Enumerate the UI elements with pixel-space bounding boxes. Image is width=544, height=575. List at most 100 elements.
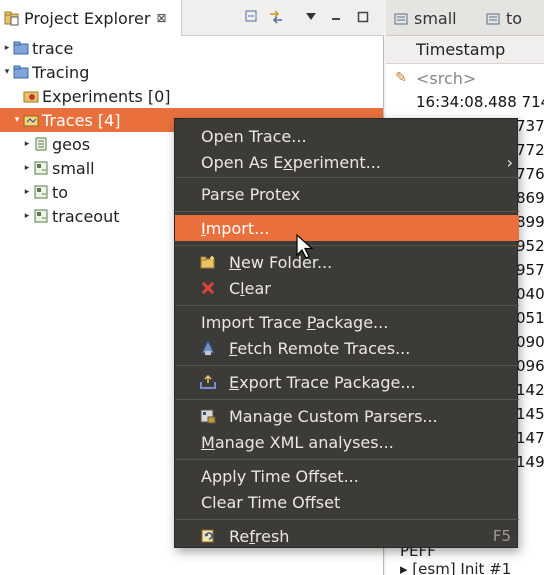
tree-item-label: Experiments [0] — [42, 86, 171, 106]
project-explorer-title: Project Explorer — [24, 8, 151, 28]
table-row[interactable]: 952 — [516, 234, 544, 258]
expand-arrow-icon[interactable]: ▸ — [22, 211, 32, 221]
timestamp-column-header[interactable]: Timestamp — [386, 36, 544, 64]
editor-tab-bar: small to — [386, 0, 544, 36]
table-row[interactable]: 040 — [516, 282, 544, 306]
menu-item-label: Fetch Remote Traces... — [229, 338, 411, 358]
menu-item-label: Clear Time Offset — [201, 492, 341, 512]
table-row[interactable]: 957 — [516, 258, 544, 282]
table-row[interactable]: 145 — [516, 402, 544, 426]
tree-item-label: Tracing — [32, 62, 90, 82]
menu-item-clear-time-offset[interactable]: Clear Time Offset — [175, 489, 519, 515]
project-explorer-icon — [4, 10, 20, 26]
menu-item-label: Clear — [229, 278, 271, 298]
tree-item-label: traceout — [52, 206, 120, 226]
menu-item-label: Refresh — [229, 526, 290, 546]
pin-icon: ✎ — [395, 70, 407, 86]
menu-separator — [175, 519, 519, 520]
menu-item-manage-xml-analyses[interactable]: Manage XML analyses... — [175, 429, 519, 455]
trace-tab-icon — [394, 11, 408, 25]
menu-item-manage-custom-parsers[interactable]: Manage Custom Parsers... — [175, 403, 519, 429]
menu-item-parse-protex[interactable]: Parse Protex — [175, 181, 519, 207]
view-menu-icon[interactable] — [302, 8, 320, 26]
menu-item-label: Parse Protex — [201, 184, 301, 204]
menu-item-label: New Folder... — [229, 252, 333, 272]
tree-item-trace[interactable]: ▸ trace — [0, 36, 383, 60]
menu-item-label: Manage Custom Parsers... — [229, 406, 438, 426]
tab-label: small — [414, 8, 457, 28]
table-row[interactable]: 147 — [516, 426, 544, 450]
table-row[interactable]: 899 — [516, 210, 544, 234]
table-row[interactable]: 142 — [516, 378, 544, 402]
trace-icon — [32, 136, 50, 152]
tree-item-label: geos — [52, 134, 91, 154]
menu-item-label: Open Trace... — [201, 126, 307, 146]
table-row[interactable]: 051 — [516, 306, 544, 330]
menu-separator — [175, 177, 519, 178]
refresh-icon — [199, 527, 217, 545]
project-explorer-tab[interactable]: Project Explorer ⊠ — [0, 0, 182, 36]
menu-separator — [175, 211, 519, 212]
close-icon[interactable]: ⊠ — [156, 11, 166, 25]
menu-item-import[interactable]: Import... — [175, 215, 519, 241]
collapse-all-icon[interactable] — [243, 8, 261, 26]
experiments-folder-icon — [22, 88, 40, 104]
tab-to[interactable]: to — [486, 0, 522, 36]
tree-item-label: small — [52, 158, 95, 178]
table-row[interactable]: 149 — [516, 450, 544, 474]
menu-separator — [175, 459, 519, 460]
table-row[interactable]: 16:34:08.488 714 — [416, 90, 544, 114]
trace-icon — [32, 184, 50, 200]
menu-separator — [175, 365, 519, 366]
table-row[interactable]: 869 — [516, 186, 544, 210]
tree-item-experiments[interactable]: Experiments [0] — [0, 84, 383, 108]
tab-small[interactable]: small — [394, 0, 457, 36]
expand-arrow-icon[interactable]: ▸ — [2, 43, 12, 53]
minimize-icon[interactable] — [327, 8, 345, 26]
table-row[interactable]: 776 — [516, 162, 544, 186]
traces-folder-icon — [22, 112, 40, 128]
menu-item-label: Import Trace Package... — [201, 312, 389, 332]
menu-item-new-folder[interactable]: New Folder... — [175, 249, 519, 275]
table-row[interactable]: 737 — [516, 114, 544, 138]
search-row[interactable]: ✎ <srch> — [386, 66, 544, 90]
table-row[interactable]: 090 — [516, 330, 544, 354]
export-icon — [199, 373, 217, 391]
tree-item-label: Traces [4] — [42, 110, 121, 130]
bottom-text: ▸ [esm] Init #1 — [400, 560, 512, 575]
shortcut-label: F5 — [492, 527, 511, 545]
trace-tab-icon — [486, 11, 500, 25]
menu-item-open-trace[interactable]: Open Trace... — [175, 123, 519, 149]
project-explorer-tab-bar: Project Explorer ⊠ — [0, 0, 384, 36]
tree-item-tracing[interactable]: ▾ Tracing — [0, 60, 383, 84]
folder-icon — [12, 40, 30, 56]
collapse-arrow-icon[interactable]: ▾ — [2, 67, 12, 77]
collapse-arrow-icon[interactable]: ▾ — [12, 115, 22, 125]
table-row[interactable]: 772 — [516, 138, 544, 162]
menu-item-label: Export Trace Package... — [229, 372, 416, 392]
menu-item-export-trace-package[interactable]: Export Trace Package... — [175, 369, 519, 395]
menu-item-apply-time-offset[interactable]: Apply Time Offset... — [175, 463, 519, 489]
menu-item-label: Apply Time Offset... — [201, 466, 359, 486]
new-folder-icon — [199, 253, 217, 271]
trace-icon — [32, 160, 50, 176]
menu-item-refresh[interactable]: Refresh F5 — [175, 523, 519, 549]
menu-item-open-as-experiment[interactable]: Open As Experiment... › — [175, 149, 519, 175]
expand-arrow-icon[interactable]: ▸ — [22, 163, 32, 173]
fetch-remote-icon — [199, 339, 217, 357]
table-row[interactable]: 096 — [516, 354, 544, 378]
menu-item-import-trace-package[interactable]: Import Trace Package... — [175, 309, 519, 335]
folder-icon — [12, 64, 30, 80]
expand-arrow-icon[interactable]: ▸ — [22, 187, 32, 197]
submenu-arrow-icon: › — [506, 152, 513, 172]
column-header-label: Timestamp — [416, 40, 506, 59]
parsers-icon — [199, 407, 217, 425]
menu-item-clear[interactable]: Clear — [175, 275, 519, 301]
menu-item-fetch-remote-traces[interactable]: Fetch Remote Traces... — [175, 335, 519, 361]
expand-arrow-icon[interactable]: ▸ — [22, 139, 32, 149]
link-with-editor-icon[interactable] — [267, 8, 285, 26]
trace-icon — [32, 208, 50, 224]
menu-separator — [175, 305, 519, 306]
menu-separator — [175, 245, 519, 246]
maximize-icon[interactable] — [354, 8, 372, 26]
